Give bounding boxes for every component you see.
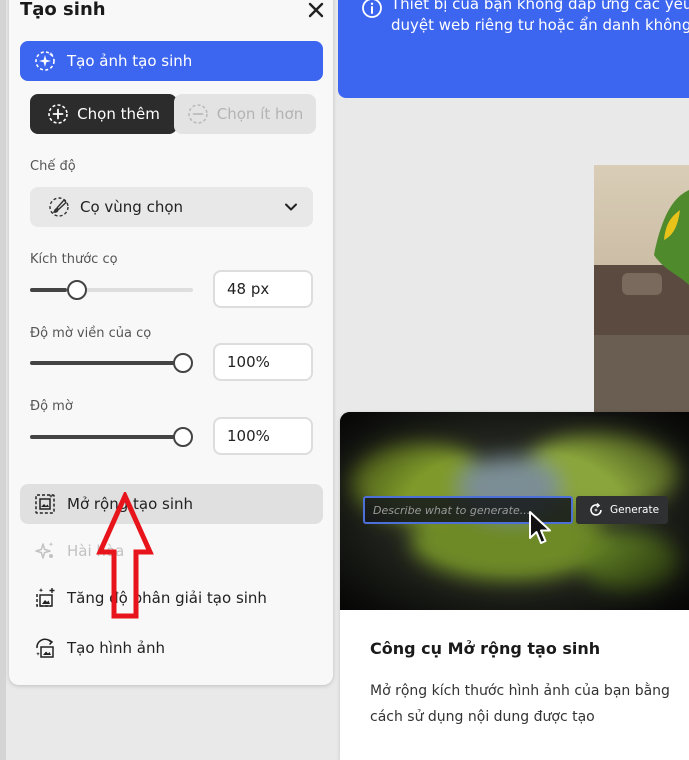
menu-item-label: Tạo hình ảnh [67,639,165,657]
mode-label: Chế độ [30,159,76,174]
card-title: Công cụ Mở rộng tạo sinh [370,639,601,658]
mode-dropdown[interactable]: Cọ vùng chọn [30,187,313,227]
canvas-photo [594,165,689,425]
panel-header: Tạo sinh [20,0,324,30]
add-circle-icon [48,104,68,124]
info-icon [362,0,382,18]
menu-item-harmonize[interactable]: Hài hòa [20,531,323,571]
slider-thumb[interactable] [67,280,87,300]
subtract-selection-button[interactable]: Chọn ít hơn [174,94,316,134]
chevron-down-icon [285,203,297,211]
edge-blur-field[interactable]: 100% [213,343,313,381]
slider-fill [30,288,67,292]
opacity-label: Độ mờ [30,399,73,414]
edge-blur-slider[interactable] [30,353,193,373]
upscale-icon [36,588,55,607]
opacity-field[interactable]: 100% [213,417,313,455]
generate-preview-label: Generate [610,504,660,516]
add-selection-button[interactable]: Chọn thêm [30,94,177,134]
left-edge-strip [0,0,6,760]
expand-image-icon [35,494,55,514]
close-button[interactable] [304,0,328,22]
brush-select-icon [49,197,69,217]
generate-preview-button: Generate [576,496,668,524]
mode-value: Cọ vùng chọn [80,198,184,216]
brush-size-field[interactable]: 48 px [213,270,313,308]
generate-image-icon [36,638,54,658]
banner-line-1: Thiết bị của bạn không đáp ứng các yêu c… [391,0,689,13]
sparkle-select-icon [35,51,55,71]
subtract-selection-label: Chọn ít hơn [216,105,304,123]
subtract-circle-icon [187,104,208,124]
feature-info-card: Describe what to generate... Generate Cô… [340,412,689,760]
slider-fill [30,435,183,439]
menu-item-generative-expand[interactable]: Mở rộng tạo sinh [20,484,323,524]
banner-text: Thiết bị của bạn không đáp ứng các yêu c… [391,0,689,36]
menu-item-generative-upscale[interactable]: Tăng độ phân giải tạo sinh [20,578,323,618]
mouse-pointer-icon [529,511,551,544]
card-description: Mở rộng kích thước hình ảnh của bạn bằng… [370,683,670,725]
generative-image-label: Tạo ảnh tạo sinh [67,52,193,70]
panel-title: Tạo sinh [20,0,106,20]
warning-banner: Thiết bị của bạn không đáp ứng các yêu c… [338,0,689,98]
harmonize-sparkle-icon [35,542,54,559]
slider-thumb[interactable] [173,427,193,447]
slider-thumb[interactable] [173,353,193,373]
generate-refresh-icon [590,502,602,516]
generative-image-button[interactable]: Tạo ảnh tạo sinh [20,41,323,81]
slider-fill [30,361,183,365]
close-icon [308,2,324,18]
brush-size-slider[interactable] [30,280,193,300]
generative-panel: Tạo sinh Tạo ảnh tạo sinh Chọn thêm Chọn… [9,0,333,685]
opacity-slider[interactable] [30,427,193,447]
menu-item-generate-image[interactable]: Tạo hình ảnh [20,628,323,668]
annotation-arrow-icon [96,492,154,619]
feature-preview-image: Describe what to generate... Generate [340,412,689,610]
banner-line-2: duyệt web riêng tư hoặc ẩn danh không đư [391,16,689,34]
add-selection-label: Chọn thêm [77,105,160,123]
edge-blur-label: Độ mờ viền của cọ [30,326,152,341]
brush-size-label: Kích thước cọ [30,252,118,267]
